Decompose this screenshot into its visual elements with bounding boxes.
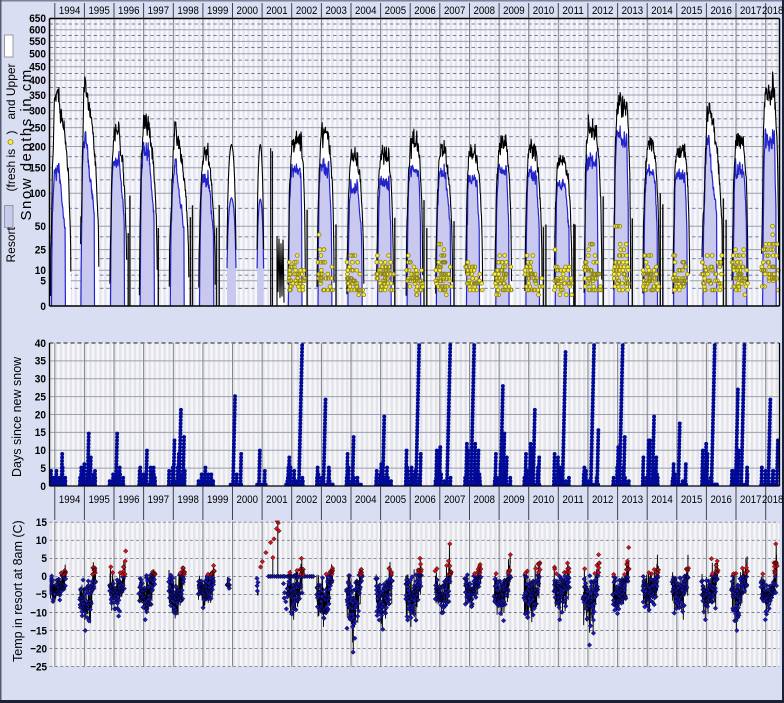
- svg-text:−25: −25: [30, 661, 47, 673]
- svg-text:2006: 2006: [414, 494, 436, 506]
- svg-text:10: 10: [36, 535, 47, 547]
- svg-text:2001: 2001: [266, 5, 288, 17]
- svg-text:Resort: Resort: [4, 226, 18, 262]
- svg-text:15: 15: [36, 517, 47, 529]
- svg-text:2014: 2014: [651, 5, 673, 17]
- svg-text:2000: 2000: [237, 494, 259, 506]
- svg-text:1999: 1999: [207, 5, 229, 17]
- svg-text:2018: 2018: [762, 494, 784, 506]
- svg-text:2013: 2013: [622, 494, 644, 506]
- svg-text:2001: 2001: [266, 494, 288, 506]
- svg-text:−10: −10: [30, 607, 47, 619]
- svg-text:1995: 1995: [88, 494, 110, 506]
- svg-text:2009: 2009: [503, 5, 525, 17]
- svg-text:1999: 1999: [207, 494, 229, 506]
- svg-text:1994: 1994: [59, 5, 81, 17]
- svg-text:2004: 2004: [355, 5, 377, 17]
- svg-text:2006: 2006: [414, 5, 436, 17]
- svg-text:2008: 2008: [474, 494, 496, 506]
- svg-text:−15: −15: [30, 625, 47, 637]
- svg-text:Snow depths in cm: Snow depths in cm: [18, 68, 35, 220]
- svg-text:2000: 2000: [237, 5, 259, 17]
- svg-text:2015: 2015: [681, 5, 703, 17]
- svg-text:550: 550: [29, 36, 46, 48]
- svg-text:2005: 2005: [385, 494, 407, 506]
- svg-text:25: 25: [35, 244, 46, 256]
- svg-text:2015: 2015: [681, 494, 703, 506]
- svg-text:1996: 1996: [118, 5, 140, 17]
- svg-text:2010: 2010: [533, 494, 555, 506]
- svg-text:2016: 2016: [710, 5, 732, 17]
- svg-text:50: 50: [35, 221, 46, 233]
- svg-text:5: 5: [40, 463, 46, 475]
- svg-text:2005: 2005: [385, 5, 407, 17]
- svg-text:2011: 2011: [562, 494, 584, 506]
- svg-text:2004: 2004: [355, 494, 377, 506]
- svg-text:−5: −5: [36, 589, 47, 601]
- svg-text:−20: −20: [30, 643, 47, 655]
- svg-text:20: 20: [35, 409, 46, 421]
- svg-text:1995: 1995: [88, 5, 110, 17]
- svg-text:2003: 2003: [325, 494, 347, 506]
- svg-text:2014: 2014: [651, 494, 673, 506]
- svg-text:2012: 2012: [592, 5, 614, 17]
- svg-text:1998: 1998: [177, 494, 199, 506]
- svg-text:and Upper: and Upper: [4, 63, 18, 119]
- svg-text:2003: 2003: [325, 5, 347, 17]
- svg-text:2002: 2002: [296, 5, 318, 17]
- svg-text:Days since new snow: Days since new snow: [10, 356, 24, 477]
- svg-text:2011: 2011: [562, 5, 584, 17]
- svg-text:0: 0: [40, 301, 46, 313]
- svg-text:1996: 1996: [118, 494, 140, 506]
- svg-text:2008: 2008: [474, 5, 496, 17]
- svg-text:1994: 1994: [59, 494, 81, 506]
- svg-text:1997: 1997: [148, 5, 170, 17]
- svg-text:2002: 2002: [296, 494, 318, 506]
- svg-text:10: 10: [35, 445, 46, 457]
- svg-text:2017: 2017: [740, 5, 762, 17]
- svg-text:15: 15: [35, 427, 46, 439]
- svg-text:600: 600: [29, 25, 46, 37]
- svg-text:2016: 2016: [710, 494, 732, 506]
- svg-text:2013: 2013: [622, 5, 644, 17]
- svg-text:Temp in resort at 8am (C): Temp in resort at 8am (C): [11, 520, 25, 662]
- svg-text:1998: 1998: [177, 5, 199, 17]
- svg-text:2012: 2012: [592, 494, 614, 506]
- svg-text:2018: 2018: [762, 5, 784, 17]
- svg-text:0: 0: [40, 481, 46, 493]
- svg-text:2010: 2010: [533, 5, 555, 17]
- svg-text:2009: 2009: [503, 494, 525, 506]
- svg-text:40: 40: [35, 338, 46, 350]
- svg-text:2017: 2017: [740, 494, 762, 506]
- svg-text:2007: 2007: [444, 5, 466, 17]
- svg-text:25: 25: [35, 391, 46, 403]
- svg-text:(fresh is: (fresh is: [4, 149, 18, 192]
- svg-text:5: 5: [41, 553, 47, 565]
- svg-text:650: 650: [29, 13, 46, 25]
- svg-text:500: 500: [29, 49, 46, 61]
- svg-text:1997: 1997: [148, 494, 170, 506]
- svg-text:30: 30: [35, 374, 46, 386]
- svg-text:5: 5: [40, 276, 46, 288]
- svg-text:): ): [4, 131, 18, 135]
- svg-text:2007: 2007: [444, 494, 466, 506]
- svg-text:0: 0: [41, 571, 47, 583]
- svg-text:35: 35: [35, 356, 46, 368]
